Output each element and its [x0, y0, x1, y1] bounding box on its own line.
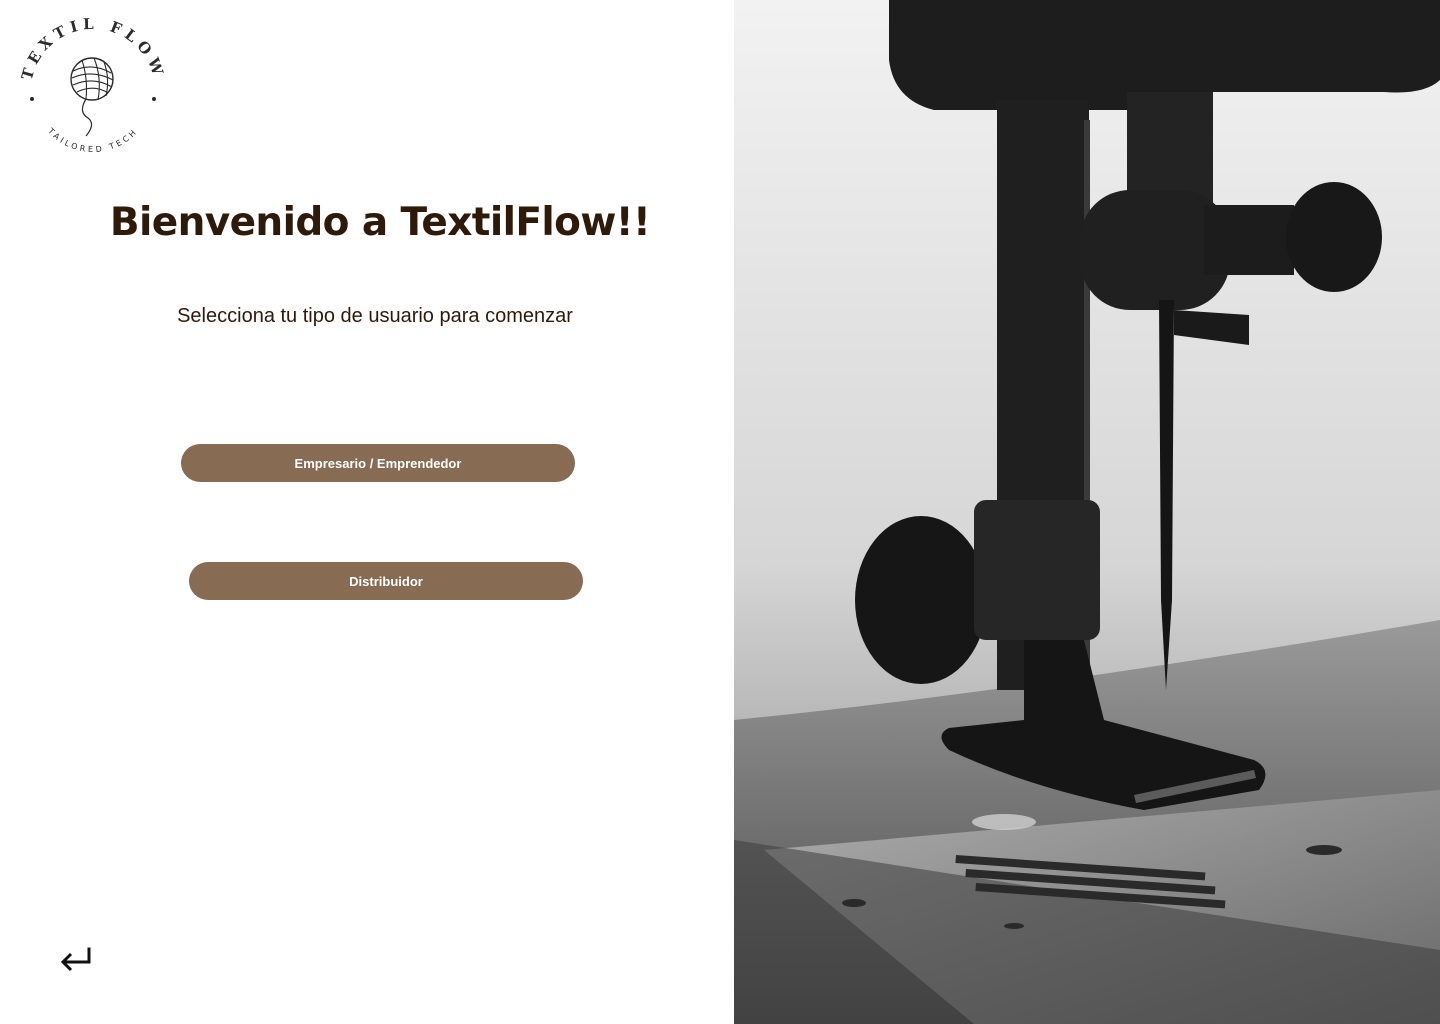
left-panel: TEXTIL FLOW TAILORED TECH Bienvenido a T… [0, 0, 734, 1024]
distribuidor-label: Distribuidor [349, 573, 423, 589]
empresario-emprendedor-label: Empresario / Emprendedor [294, 455, 462, 471]
back-button[interactable] [56, 940, 96, 976]
page-subtitle: Selecciona tu tipo de usuario para comen… [177, 305, 573, 327]
return-arrow-icon [60, 947, 91, 972]
distribuidor-button[interactable]: Distribuidor [189, 562, 583, 600]
textil-flow-logo: TEXTIL FLOW TAILORED TECH [16, 14, 170, 168]
hero-image [734, 0, 1440, 1024]
svg-text:TAILORED TECH: TAILORED TECH [45, 126, 139, 154]
sewing-machine-photo [734, 0, 1440, 1024]
yarn-ball-icon: TEXTIL FLOW TAILORED TECH [18, 15, 163, 154]
page-title: Bienvenido a TextilFlow!! [109, 200, 651, 245]
empresario-emprendedor-button[interactable]: Empresario / Emprendedor [181, 444, 575, 482]
